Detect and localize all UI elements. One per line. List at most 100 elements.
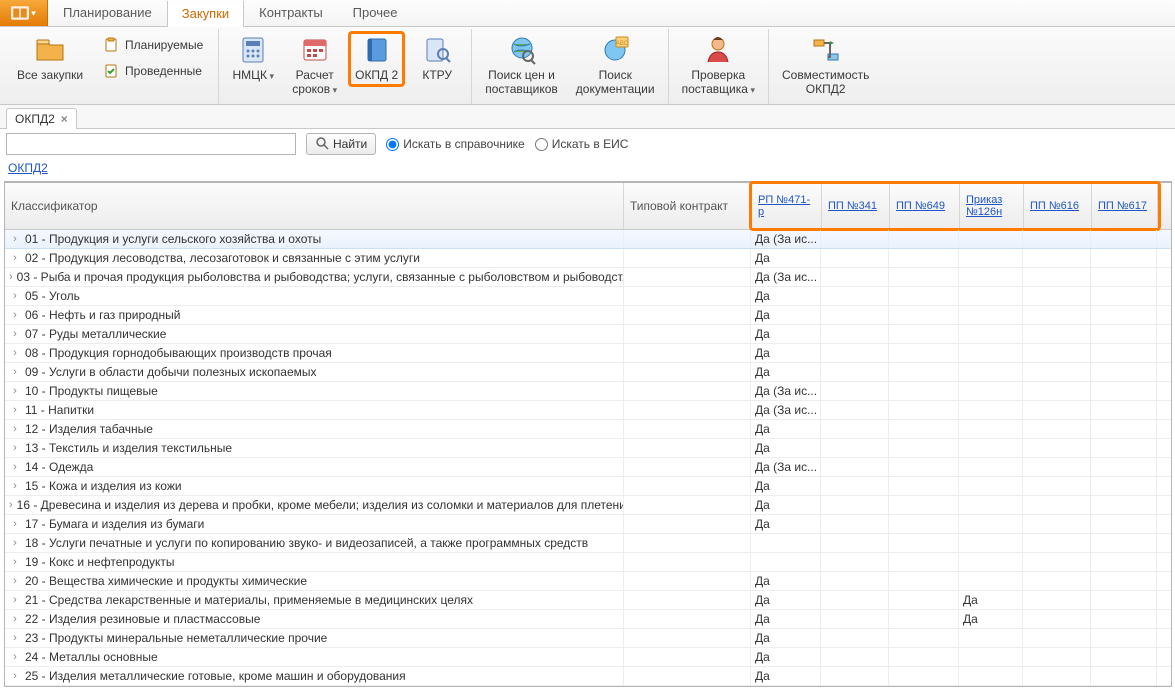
- table-row[interactable]: ›15 - Кожа и изделия из кожиДа: [5, 477, 1171, 496]
- header-c5[interactable]: ПП №616: [1024, 184, 1092, 228]
- expand-icon[interactable]: ›: [9, 461, 21, 473]
- expand-icon[interactable]: ›: [9, 423, 21, 435]
- expand-icon[interactable]: ›: [9, 252, 21, 264]
- svg-text:ABC: ABC: [616, 41, 629, 47]
- table-row[interactable]: ›23 - Продукты минеральные неметаллическ…: [5, 629, 1171, 648]
- expand-icon[interactable]: ›: [9, 651, 21, 663]
- table-row[interactable]: ›20 - Вещества химические и продукты хим…: [5, 572, 1171, 591]
- conducted-button[interactable]: Проведенные: [94, 59, 212, 83]
- table-row[interactable]: ›24 - Металлы основныеДа: [5, 648, 1171, 667]
- header-c2[interactable]: ПП №341: [822, 184, 890, 228]
- cell-c4: Да: [959, 591, 1023, 609]
- expand-icon[interactable]: ›: [9, 575, 21, 587]
- cell-c3: [889, 477, 959, 495]
- table-row[interactable]: ›13 - Текстиль и изделия текстильныеДа: [5, 439, 1171, 458]
- cell-c6: [1091, 230, 1157, 248]
- header-c3[interactable]: ПП №649: [890, 184, 960, 228]
- radio-directory-input[interactable]: [386, 138, 399, 151]
- table-row[interactable]: ›06 - Нефть и газ природныйДа: [5, 306, 1171, 325]
- expand-icon[interactable]: ›: [9, 366, 21, 378]
- table-row[interactable]: ›21 - Средства лекарственные и материалы…: [5, 591, 1171, 610]
- header-c6[interactable]: ПП №617: [1092, 184, 1158, 228]
- cell-c6: [1091, 572, 1157, 590]
- cell-c3: [889, 572, 959, 590]
- cell-c3: [889, 344, 959, 362]
- okpd-compat-button[interactable]: Совместимость ОКПД2: [775, 31, 876, 101]
- cell-c2: [821, 344, 889, 362]
- tab-contracts[interactable]: Контракты: [244, 0, 338, 26]
- table-row[interactable]: ›12 - Изделия табачныеДа: [5, 420, 1171, 439]
- expand-icon[interactable]: ›: [9, 442, 21, 454]
- tab-planning[interactable]: Планирование: [48, 0, 167, 26]
- expand-icon[interactable]: ›: [9, 385, 21, 397]
- cell-type-contract: [624, 382, 751, 400]
- okpd2-button[interactable]: ОКПД 2: [348, 31, 405, 87]
- table-row[interactable]: ›10 - Продукты пищевыеДа (За ис...: [5, 382, 1171, 401]
- header-c1[interactable]: РП №471-р: [752, 184, 822, 228]
- table-row[interactable]: ›18 - Услуги печатные и услуги по копиро…: [5, 534, 1171, 553]
- breadcrumb-link[interactable]: ОКПД2: [8, 161, 48, 175]
- expand-icon[interactable]: ›: [9, 233, 21, 245]
- table-row[interactable]: ›22 - Изделия резиновые и пластмассовыеД…: [5, 610, 1171, 629]
- all-purchases-button[interactable]: Все закупки: [10, 31, 90, 87]
- tab-purchases[interactable]: Закупки: [167, 1, 244, 27]
- table-row[interactable]: ›08 - Продукция горнодобывающих производ…: [5, 344, 1171, 363]
- cell-c3: [889, 382, 959, 400]
- tab-other[interactable]: Прочее: [338, 0, 413, 26]
- expand-icon[interactable]: ›: [9, 518, 21, 530]
- expand-icon[interactable]: ›: [9, 594, 21, 606]
- calc-dates-label: Расчет сроков: [292, 68, 337, 97]
- header-c4[interactable]: Приказ №126н: [960, 184, 1024, 228]
- cell-c6: [1091, 306, 1157, 324]
- expand-icon[interactable]: ›: [9, 537, 21, 549]
- expand-icon[interactable]: ›: [9, 347, 21, 359]
- header-classifier[interactable]: Классификатор: [5, 183, 624, 229]
- table-row[interactable]: ›01 - Продукция и услуги сельского хозяй…: [5, 230, 1171, 249]
- expand-icon[interactable]: ›: [9, 290, 21, 302]
- cell-c3: [889, 420, 959, 438]
- expand-icon[interactable]: ›: [9, 271, 13, 283]
- cell-classifier: ›07 - Руды металлические: [5, 325, 624, 343]
- cell-c4: [959, 534, 1023, 552]
- expand-icon[interactable]: ›: [9, 632, 21, 644]
- expand-icon[interactable]: ›: [9, 309, 21, 321]
- expand-icon[interactable]: ›: [9, 499, 13, 511]
- ktru-button[interactable]: КТРУ: [409, 31, 465, 87]
- close-icon[interactable]: ×: [61, 112, 68, 126]
- expand-icon[interactable]: ›: [9, 404, 21, 416]
- cell-c3: [889, 401, 959, 419]
- expand-icon[interactable]: ›: [9, 480, 21, 492]
- price-suppliers-button[interactable]: Поиск цен и поставщиков: [478, 31, 565, 101]
- calc-dates-button[interactable]: Расчет сроков: [285, 31, 344, 102]
- table-row[interactable]: ›19 - Кокс и нефтепродукты: [5, 553, 1171, 572]
- table-row[interactable]: ›05 - УгольДа: [5, 287, 1171, 306]
- table-row[interactable]: ›11 - НапиткиДа (За ис...: [5, 401, 1171, 420]
- expand-icon[interactable]: ›: [9, 613, 21, 625]
- table-row[interactable]: ›03 - Рыба и прочая продукция рыболовств…: [5, 268, 1171, 287]
- radio-eis[interactable]: Искать в ЕИС: [535, 137, 629, 151]
- table-row[interactable]: ›14 - ОдеждаДа (За ис...: [5, 458, 1171, 477]
- table-row[interactable]: ›02 - Продукция лесоводства, лесозаготов…: [5, 249, 1171, 268]
- cell-c1: Да: [751, 439, 821, 457]
- table-row[interactable]: ›09 - Услуги в области добычи полезных и…: [5, 363, 1171, 382]
- doc-search-button[interactable]: ABC Поиск документации: [569, 31, 662, 101]
- table-row[interactable]: ›25 - Изделия металлические готовые, кро…: [5, 667, 1171, 686]
- doc-tab-okpd2[interactable]: ОКПД2 ×: [6, 108, 77, 129]
- expand-icon[interactable]: ›: [9, 556, 21, 568]
- header-type-contract[interactable]: Типовой контракт: [624, 183, 751, 229]
- radio-eis-input[interactable]: [535, 138, 548, 151]
- expand-icon[interactable]: ›: [9, 670, 21, 682]
- planned-button[interactable]: Планируемые: [94, 33, 212, 57]
- table-row[interactable]: ›16 - Древесина и изделия из дерева и пр…: [5, 496, 1171, 515]
- expand-icon[interactable]: ›: [9, 328, 21, 340]
- radio-directory[interactable]: Искать в справочнике: [386, 137, 524, 151]
- cell-c2: [821, 534, 889, 552]
- nmck-button[interactable]: НМЦК: [225, 31, 281, 88]
- supplier-check-button[interactable]: Проверка поставщика: [675, 31, 762, 102]
- table-row[interactable]: ›17 - Бумага и изделия из бумагиДа: [5, 515, 1171, 534]
- cell-c2: [821, 382, 889, 400]
- search-input[interactable]: [6, 133, 296, 155]
- table-row[interactable]: ›07 - Руды металлическиеДа: [5, 325, 1171, 344]
- find-button[interactable]: Найти: [306, 133, 376, 155]
- app-menu-button[interactable]: ▾: [0, 0, 48, 26]
